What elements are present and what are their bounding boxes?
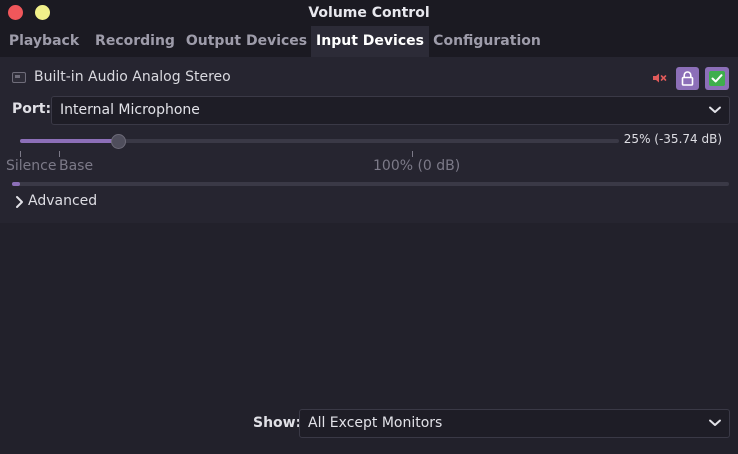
volume-slider[interactable] [20,134,619,149]
volume-slider-fill [20,139,118,143]
tab-recording[interactable]: Recording [88,26,182,57]
level-meter-fill [12,182,20,186]
checkmark-icon [711,74,723,83]
tab-playback[interactable]: Playback [0,26,88,57]
show-selected-value: All Except Monitors [308,415,443,431]
show-label: Show: [253,415,302,431]
chevron-down-icon [709,106,721,113]
chevron-down-icon [709,419,721,426]
lock-channels-button[interactable] [676,67,699,90]
tab-input-devices[interactable]: Input Devices [311,26,429,57]
input-devices-panel: Built-in Audio Analog Stereo Port: Inter… [0,57,738,454]
port-label: Port: [12,101,52,117]
silence-mark-label: Silence [6,158,57,174]
mute-toggle-button[interactable] [649,67,671,89]
window-title: Volume Control [308,5,430,21]
hundred-percent-tick [412,151,413,157]
device-name: Built-in Audio Analog Stereo [34,69,231,85]
show-filter-select[interactable]: All Except Monitors [299,409,730,438]
title-bar: Volume Control [0,0,738,26]
audio-card-icon [12,72,26,83]
level-meter [12,182,729,186]
base-mark-label: Base [59,158,94,174]
port-selected-value: Internal Microphone [60,102,200,118]
tab-bar: Playback Recording Output Devices Input … [0,26,738,57]
advanced-label: Advanced [28,193,98,209]
chevron-right-icon [16,196,23,208]
device-entry: Built-in Audio Analog Stereo Port: Inter… [0,57,738,223]
lock-icon [681,71,694,86]
volume-slider-handle[interactable] [111,134,126,149]
base-tick [59,151,60,157]
mute-speaker-icon [653,73,667,83]
volume-readout: 25% (-35.74 dB) [623,132,722,146]
hundred-percent-mark-label: 100% (0 dB) [373,158,461,174]
set-default-button[interactable] [705,67,729,90]
silence-tick [20,151,21,157]
tab-configuration[interactable]: Configuration [429,26,545,57]
tab-output-devices[interactable]: Output Devices [182,26,311,57]
port-select[interactable]: Internal Microphone [51,96,730,125]
